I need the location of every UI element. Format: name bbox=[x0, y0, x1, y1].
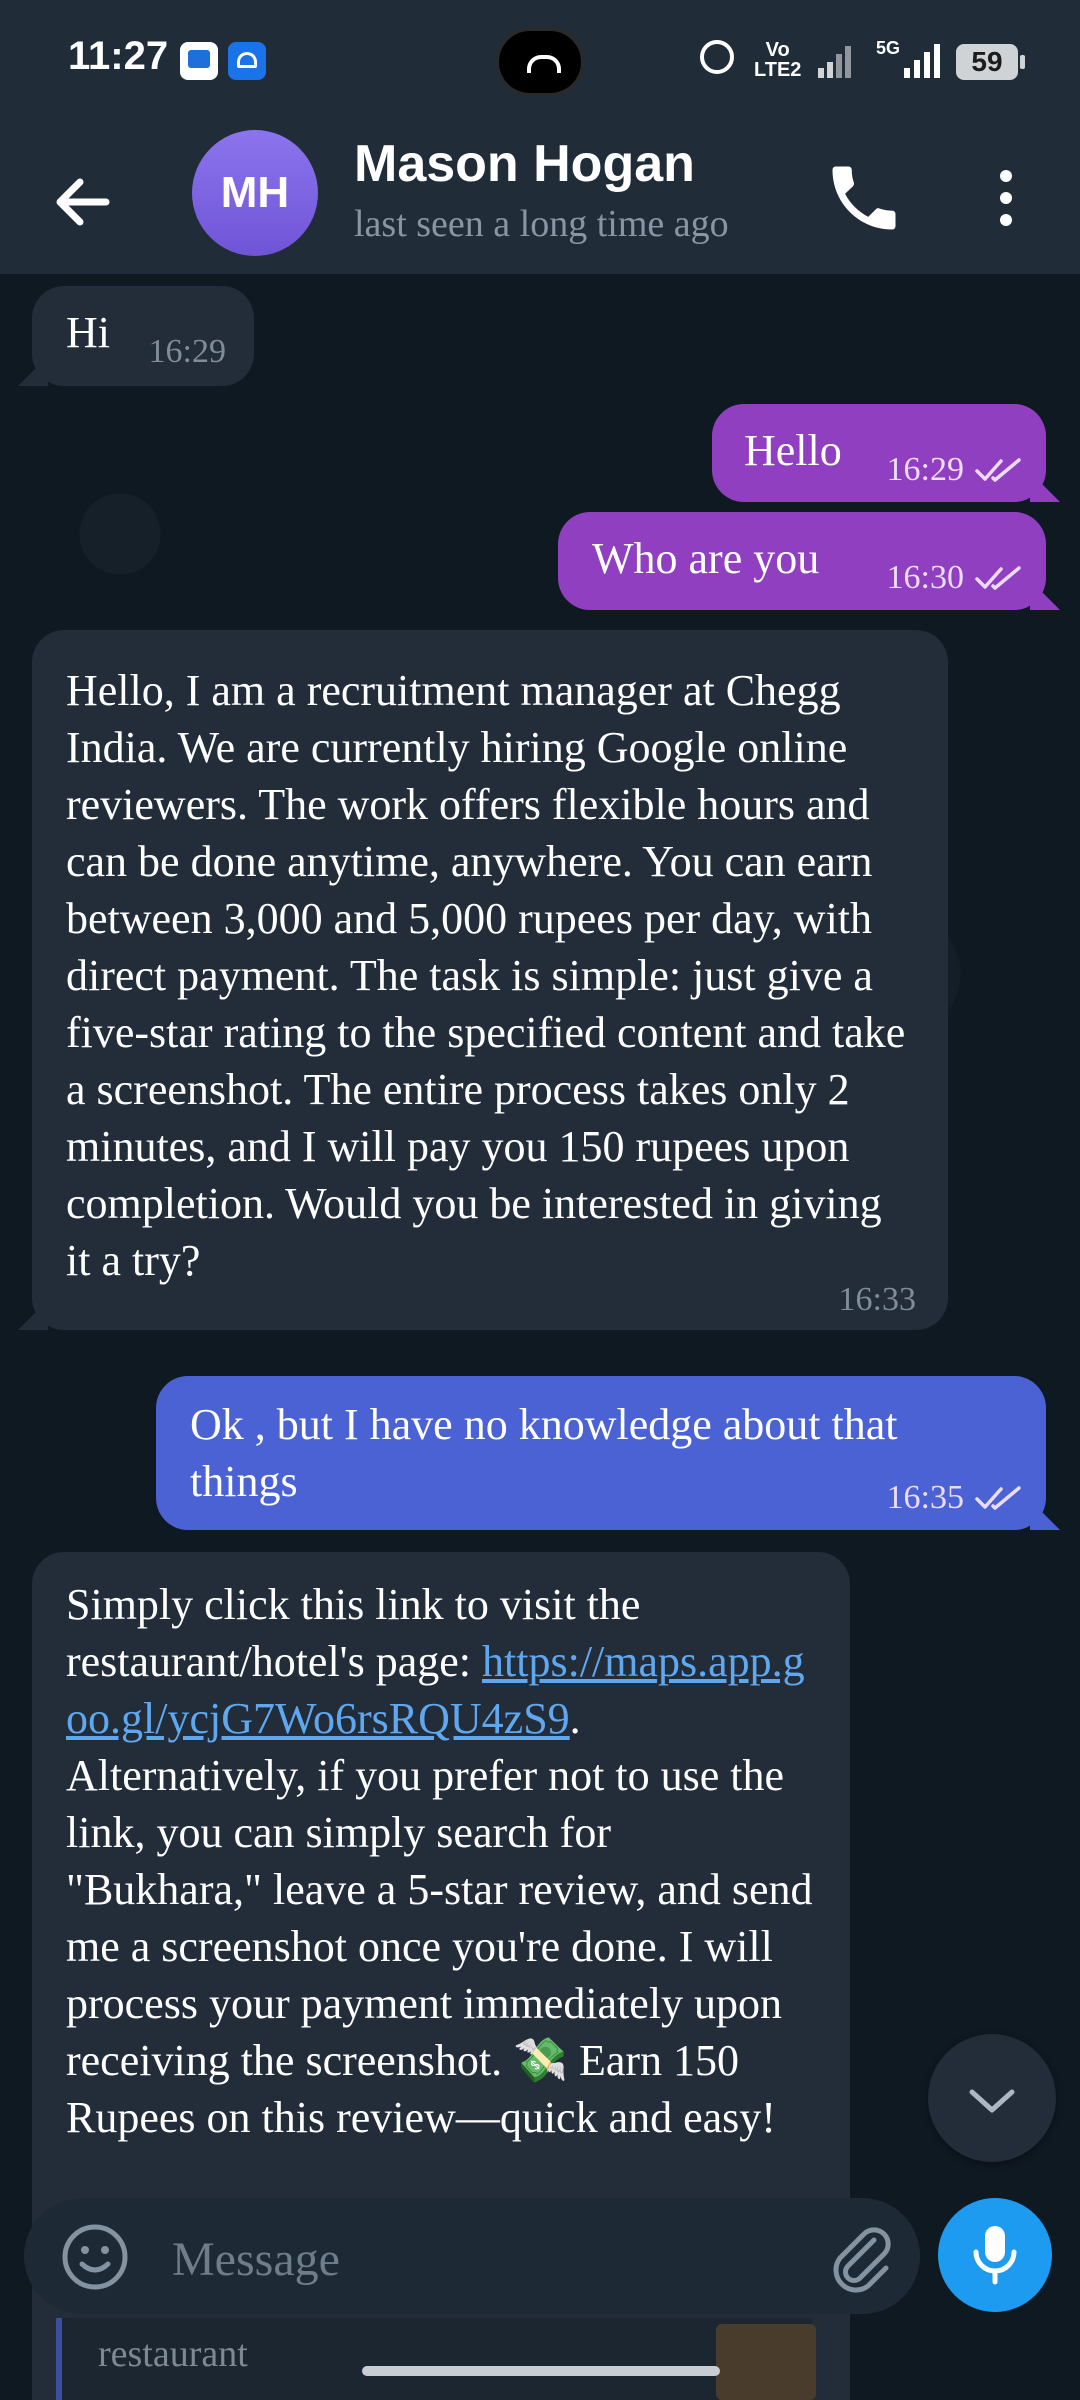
last-seen-status: last seen a long time ago bbox=[354, 203, 729, 245]
double-check-icon bbox=[975, 566, 1021, 590]
message-outgoing[interactable]: Ok , but I have no knowledge about that … bbox=[156, 1376, 1046, 1530]
message-incoming[interactable]: Hi 16:29 bbox=[32, 286, 254, 386]
5g-label: 5G bbox=[876, 38, 901, 58]
double-check-icon bbox=[975, 1486, 1021, 1510]
chat-header: MH Mason Hogan last seen a long time ago bbox=[0, 122, 1080, 274]
message-outgoing[interactable]: Who are you 16:30 bbox=[558, 512, 1046, 610]
chevron-down-icon bbox=[969, 2089, 1015, 2113]
more-options-button[interactable] bbox=[970, 156, 1040, 240]
message-text: Hi bbox=[66, 308, 110, 357]
message-text: Hello, I am a recruitment manager at Che… bbox=[66, 666, 906, 1285]
smiley-icon bbox=[62, 2224, 128, 2290]
notification-app-icon bbox=[180, 42, 218, 80]
message-text-body: . Alternatively, if you prefer not to us… bbox=[66, 1694, 813, 2142]
message-list[interactable]: Hi 16:29 Hello 16:29 Who are you 16:30 H… bbox=[0, 274, 1080, 2400]
attach-button[interactable] bbox=[822, 2218, 902, 2298]
message-text: Simply click this link to visit the rest… bbox=[66, 1576, 816, 2146]
message-time: 16:35 bbox=[886, 1479, 964, 1516]
message-incoming[interactable]: Hello, I am a recruitment manager at Che… bbox=[32, 630, 948, 1330]
alarm-icon bbox=[700, 40, 734, 74]
back-button[interactable] bbox=[44, 162, 124, 242]
arrow-left-icon bbox=[56, 178, 110, 226]
link-preview[interactable]: restaurant bbox=[56, 2318, 816, 2400]
emoji-button[interactable] bbox=[60, 2222, 130, 2292]
volte-indicator: Vo LTE2 bbox=[754, 39, 802, 81]
message-time: 16:30 bbox=[886, 559, 964, 596]
signal-icon-1 bbox=[818, 44, 852, 78]
home-indicator[interactable] bbox=[362, 2366, 720, 2376]
message-text: Who are you bbox=[592, 534, 820, 583]
phone-icon bbox=[832, 166, 896, 230]
call-button[interactable] bbox=[822, 156, 906, 240]
vertical-dots-icon bbox=[1000, 170, 1012, 182]
message-input[interactable] bbox=[170, 2228, 794, 2290]
camera-cutout bbox=[496, 28, 584, 96]
link-preview-text: restaurant bbox=[98, 2333, 248, 2375]
contact-name[interactable]: Mason Hogan bbox=[354, 134, 695, 194]
signal-icon-2 bbox=[904, 44, 944, 78]
message-text: Hello bbox=[744, 426, 842, 475]
message-outgoing[interactable]: Hello 16:29 bbox=[712, 404, 1046, 502]
double-check-icon bbox=[975, 458, 1021, 482]
microphone-icon bbox=[973, 2226, 1017, 2285]
paperclip-icon bbox=[833, 2227, 891, 2293]
link-preview-image bbox=[716, 2324, 816, 2400]
voice-record-button[interactable] bbox=[938, 2198, 1052, 2312]
status-time: 11:27 bbox=[68, 34, 169, 78]
avatar[interactable]: MH bbox=[192, 130, 318, 256]
status-bar: 11:27 Vo LTE2 5G 59 bbox=[0, 0, 1080, 122]
scroll-to-bottom-button[interactable] bbox=[928, 2034, 1056, 2162]
battery-icon: 59 bbox=[956, 44, 1025, 80]
message-time: 16:33 bbox=[838, 1281, 916, 1318]
message-time: 16:29 bbox=[886, 451, 964, 488]
notification-cloud-icon bbox=[228, 42, 266, 80]
message-time: 16:29 bbox=[148, 333, 226, 370]
